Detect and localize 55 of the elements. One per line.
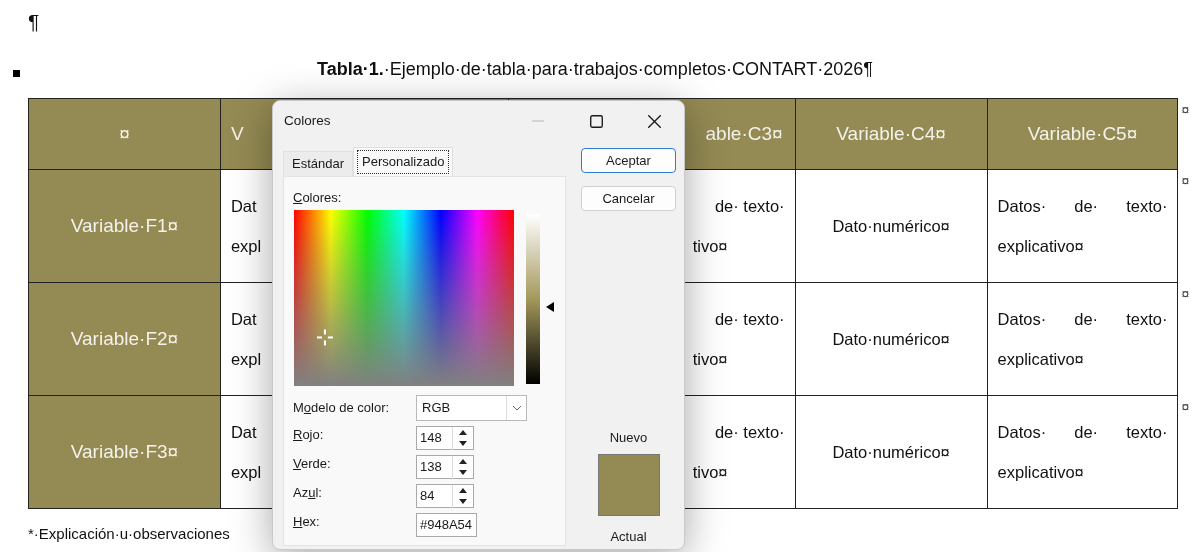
cell-text: tivo¤ [692, 349, 728, 370]
column-header: Variable·C5¤ [1027, 122, 1138, 144]
color-model-dropdown[interactable]: RGB [416, 395, 527, 421]
format-mark-icon [13, 69, 20, 77]
cell-text: Dat [230, 309, 257, 330]
row-header: Variable·F3¤ [70, 441, 179, 462]
field-label: Modelo de color: [293, 400, 390, 415]
footnote: *·Explicación·u·observaciones [28, 525, 230, 542]
cell-text: de· texto· [714, 422, 785, 443]
table-caption: Tabla·1.·Ejemplo·de·tabla·para·trabajos·completos·CONTART·2026¶ [317, 58, 873, 79]
preview-label: Actual [610, 528, 647, 546]
tab[interactable]: Estándar [283, 151, 354, 176]
chevron-down-icon [511, 405, 522, 411]
field-label: Hex: [293, 514, 320, 529]
row-end-mark: ¤ [1181, 172, 1190, 189]
cell-text: expl [230, 236, 262, 257]
number-field[interactable]: 138 [416, 455, 474, 479]
cell-text: Datos· de· texto· explicativo¤ [997, 422, 1168, 483]
field-label: Verde: [293, 456, 331, 471]
table-cell: Dato·numérico¤ [832, 217, 950, 235]
tab[interactable]: Personalizado [353, 147, 454, 176]
preview-label: Nuevo [609, 429, 648, 447]
row-end-mark: ¤ [1181, 101, 1190, 118]
table-cell: Dato·numérico¤ [832, 330, 950, 348]
luminance-bar[interactable] [526, 214, 540, 384]
pilcrow-mark: ¶ [28, 10, 40, 33]
window-title: Colores [283, 112, 332, 131]
cell-text: Datos· de· texto· explicativo¤ [997, 309, 1168, 370]
input-field[interactable]: #948A54 [416, 513, 477, 537]
row-header: Variable·F1¤ [70, 215, 179, 236]
row-header: Variable·F2¤ [70, 328, 179, 349]
number-field[interactable]: 148 [416, 426, 474, 450]
slider-arrow-icon[interactable] [546, 301, 554, 312]
cell-text: tivo¤ [692, 236, 728, 257]
cell-text: Datos· de· texto· explicativo¤ [997, 196, 1168, 257]
dialog-button[interactable]: Cancelar [581, 186, 676, 211]
column-header: V [230, 121, 244, 146]
field-label: Azul: [293, 485, 322, 500]
cell-text: de· texto· [714, 196, 785, 217]
cell-text: de· texto· [714, 309, 785, 330]
field-label: Rojo: [293, 427, 324, 442]
dialog-button[interactable]: Aceptar [581, 148, 676, 173]
cell-text: expl [230, 349, 262, 370]
column-header: able·C3¤ [705, 121, 783, 146]
row-end-mark: ¤ [1181, 398, 1190, 415]
column-header: Variable·C4¤ [836, 122, 946, 144]
table-cell: Dato·numérico¤ [832, 443, 950, 461]
cell-text: tivo¤ [692, 462, 728, 483]
row-end-mark: ¤ [1181, 285, 1190, 302]
column-header: ¤ [119, 122, 130, 144]
cell-text: Dat [230, 422, 257, 443]
number-field[interactable]: 84 [416, 484, 474, 508]
cell-text: Dat [230, 196, 257, 217]
field-label: Colores: [293, 190, 342, 205]
cell-text: expl [230, 462, 262, 483]
